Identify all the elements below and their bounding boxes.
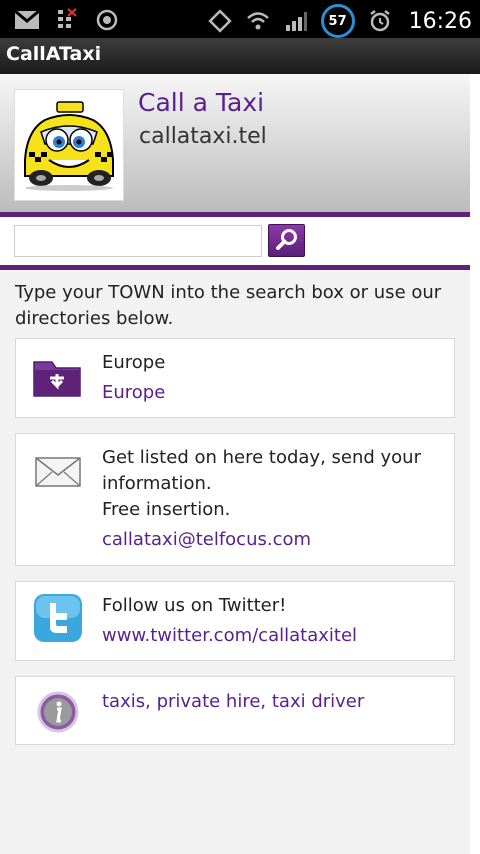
card-link[interactable]: taxis, private hire, taxi driver — [102, 689, 442, 715]
magnifier-icon — [275, 227, 299, 255]
site-domain: callataxi.tel — [139, 124, 267, 149]
taxi-logo-icon — [14, 89, 124, 201]
main-content[interactable]: Call a Taxi callataxi.tel Type your TOWN… — [0, 74, 470, 854]
card-link[interactable]: Europe — [102, 380, 442, 406]
app-title-bar: CallATaxi — [0, 38, 480, 74]
folder-download-icon — [30, 349, 86, 405]
twitter-icon — [30, 590, 86, 646]
site-header: Call a Taxi callataxi.tel — [0, 74, 470, 212]
card-label: Follow us on Twitter! — [102, 595, 287, 616]
missed-call-icon — [54, 7, 80, 33]
directory-card-email[interactable]: Get listed on here today, send your info… — [15, 433, 455, 566]
status-bar: 57 16:26 — [0, 0, 480, 38]
signal-icon — [283, 8, 309, 34]
card-label-secondary: Free insertion. — [102, 499, 231, 520]
envelope-icon — [30, 444, 86, 500]
search-bar — [0, 217, 470, 265]
info-icon — [30, 684, 86, 740]
card-label: Europe — [102, 352, 166, 373]
rotation-icon — [207, 8, 233, 34]
wifi-icon — [245, 8, 271, 34]
card-link[interactable]: www.twitter.com/callataxitel — [102, 623, 442, 649]
directory-card-europe[interactable]: Europe Europe — [15, 338, 455, 418]
card-label: Get listed on here today, send your info… — [102, 447, 421, 494]
gmail-icon — [14, 7, 40, 33]
battery-level: 57 — [328, 13, 347, 29]
search-button[interactable] — [268, 224, 305, 257]
directory-card-twitter[interactable]: Follow us on Twitter! www.twitter.com/ca… — [15, 581, 455, 661]
app-title: CallATaxi — [6, 43, 102, 65]
battery-icon: 57 — [320, 4, 355, 38]
clock: 16:26 — [408, 8, 472, 34]
directory-card-keywords[interactable]: taxis, private hire, taxi driver — [15, 676, 455, 745]
sync-icon — [94, 7, 120, 33]
search-input[interactable] — [14, 225, 262, 257]
scroll-gutter — [470, 74, 480, 854]
card-link[interactable]: callataxi@telfocus.com — [102, 527, 442, 553]
intro-text: Type your TOWN into the search box or us… — [15, 282, 442, 329]
site-title: Call a Taxi — [138, 88, 265, 117]
alarm-icon — [367, 8, 393, 34]
divider-bottom — [0, 265, 470, 270]
